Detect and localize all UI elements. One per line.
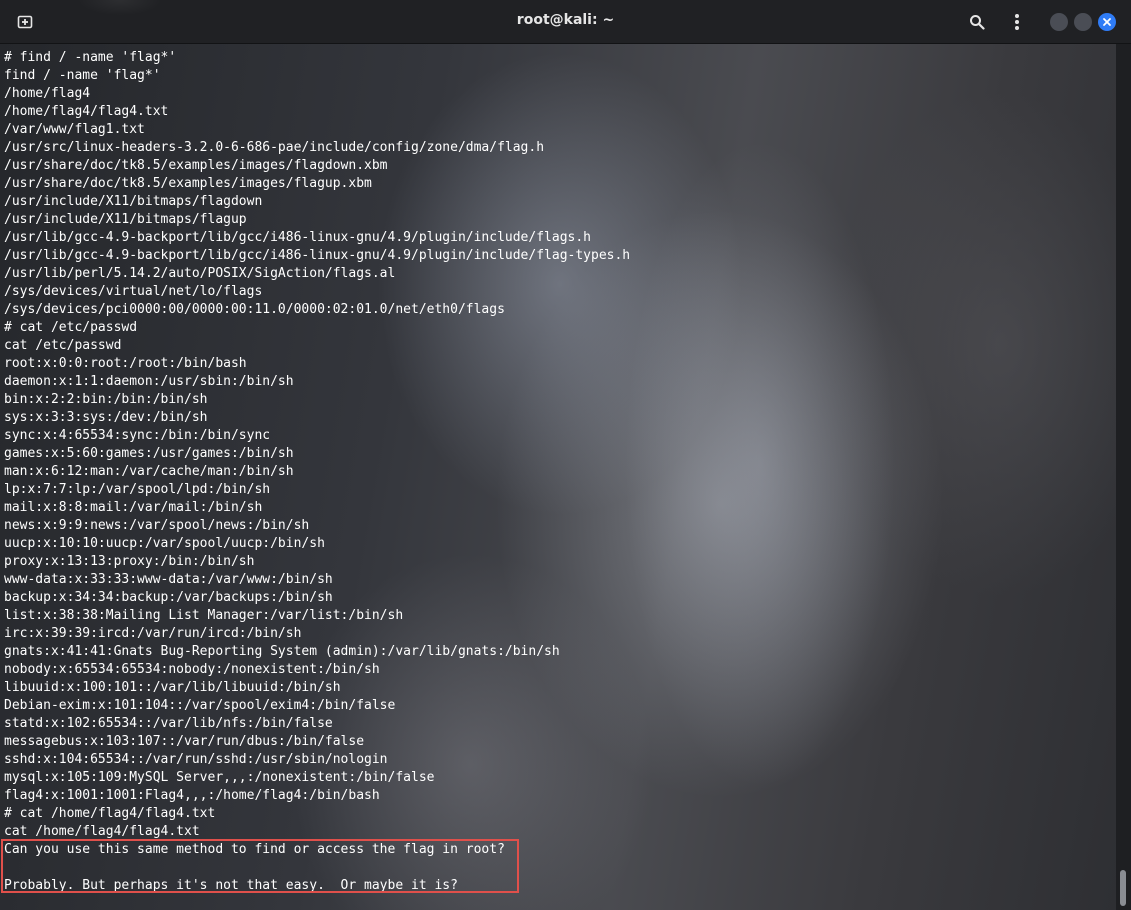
terminal-line: /home/flag4/flag4.txt xyxy=(4,104,169,119)
terminal-line: find / -name 'flag*' xyxy=(4,68,161,83)
terminal-line: /home/flag4 xyxy=(4,86,91,101)
scrollbar-thumb[interactable] xyxy=(1120,870,1126,906)
terminal-line: # cat /etc/passwd xyxy=(4,320,138,335)
terminal-line: uucp:x:10:10:uucp:/var/spool/uucp:/bin/s… xyxy=(4,536,325,551)
terminal-line: # cat /home/flag4/flag4.txt xyxy=(4,806,216,821)
close-icon xyxy=(1103,18,1111,26)
terminal-line: /usr/src/linux-headers-3.2.0-6-686-pae/i… xyxy=(4,140,545,155)
terminal-line: /usr/lib/gcc-4.9-backport/lib/gcc/i486-l… xyxy=(4,230,591,245)
terminal-line: flag4:x:1001:1001:Flag4,,,:/home/flag4:/… xyxy=(4,788,380,803)
terminal-line: cat /etc/passwd xyxy=(4,338,122,353)
minimize-button[interactable] xyxy=(1050,13,1068,31)
terminal-line: # find / -name 'flag*' xyxy=(4,50,177,65)
terminal-line: nobody:x:65534:65534:nobody:/nonexistent… xyxy=(4,662,380,677)
terminal-line: /sys/devices/pci0000:00/0000:00:11.0/000… xyxy=(4,302,505,317)
search-icon xyxy=(970,15,985,30)
terminal-line: Can you use this same method to find or … xyxy=(4,842,505,857)
terminal-line: /usr/share/doc/tk8.5/examples/images/fla… xyxy=(4,158,388,173)
terminal-line: proxy:x:13:13:proxy:/bin:/bin/sh xyxy=(4,554,255,569)
terminal-line: backup:x:34:34:backup:/var/backups:/bin/… xyxy=(4,590,333,605)
terminal-line: /usr/include/X11/bitmaps/flagup xyxy=(4,212,247,227)
terminal-line: lp:x:7:7:lp:/var/spool/lpd:/bin/sh xyxy=(4,482,271,497)
terminal-line: sshd:x:104:65534::/var/run/sshd:/usr/sbi… xyxy=(4,752,388,767)
terminal-line: mysql:x:105:109:MySQL Server,,,:/nonexis… xyxy=(4,770,435,785)
terminal-line: /usr/share/doc/tk8.5/examples/images/fla… xyxy=(4,176,372,191)
terminal-line: sync:x:4:65534:sync:/bin:/bin/sync xyxy=(4,428,271,443)
maximize-button[interactable] xyxy=(1074,13,1092,31)
window-title: root@kali: ~ xyxy=(516,12,615,28)
terminal-line: bin:x:2:2:bin:/bin:/bin/sh xyxy=(4,392,208,407)
terminal-line: messagebus:x:103:107::/var/run/dbus:/bin… xyxy=(4,734,365,749)
terminal-line: mail:x:8:8:mail:/var/mail:/bin/sh xyxy=(4,500,263,515)
terminal-line: irc:x:39:39:ircd:/var/run/ircd:/bin/sh xyxy=(4,626,302,641)
terminal-line: /usr/lib/gcc-4.9-backport/lib/gcc/i486-l… xyxy=(4,248,631,263)
terminal-line: Debian-exim:x:101:104::/var/spool/exim4:… xyxy=(4,698,396,713)
terminal-line: /usr/lib/perl/5.14.2/auto/POSIX/SigActio… xyxy=(4,266,396,281)
wallpaper-background-image xyxy=(580,44,940,910)
terminal-line: gnats:x:41:41:Gnats Bug-Reporting System… xyxy=(4,644,560,659)
terminal-line: cat /home/flag4/flag4.txt xyxy=(4,824,200,839)
terminal-line: list:x:38:38:Mailing List Manager:/var/l… xyxy=(4,608,404,623)
terminal-line: www-data:x:33:33:www-data:/var/www:/bin/… xyxy=(4,572,333,587)
terminal-line: /var/www/flag1.txt xyxy=(4,122,145,137)
terminal-window: root@kali: ~ # find / -name 'flag*' find… xyxy=(0,0,1131,910)
close-button[interactable] xyxy=(1098,13,1116,31)
terminal-line: /usr/include/X11/bitmaps/flagdown xyxy=(4,194,263,209)
terminal-line: daemon:x:1:1:daemon:/usr/sbin:/bin/sh xyxy=(4,374,294,389)
title-bar: root@kali: ~ xyxy=(0,0,1131,44)
menu-button[interactable] xyxy=(1006,11,1028,33)
terminal-output-area[interactable]: # find / -name 'flag*' find / -name 'flag… xyxy=(0,44,1116,910)
terminal-line: Probably. But perhaps it's not that easy… xyxy=(4,878,458,893)
kebab-menu-icon xyxy=(1015,14,1019,30)
terminal-line: games:x:5:60:games:/usr/games:/bin/sh xyxy=(4,446,294,461)
terminal-line: root:x:0:0:root:/root:/bin/bash xyxy=(4,356,247,371)
terminal-line: /sys/devices/virtual/net/lo/flags xyxy=(4,284,263,299)
terminal-line: sys:x:3:3:sys:/dev:/bin/sh xyxy=(4,410,208,425)
search-button[interactable] xyxy=(966,11,988,33)
terminal-line: man:x:6:12:man:/var/cache/man:/bin/sh xyxy=(4,464,294,479)
terminal-line: news:x:9:9:news:/var/spool/news:/bin/sh xyxy=(4,518,310,533)
terminal-line: libuuid:x:100:101::/var/lib/libuuid:/bin… xyxy=(4,680,341,695)
terminal-text[interactable]: # find / -name 'flag*' find / -name 'flag… xyxy=(4,49,630,910)
terminal-line: statd:x:102:65534::/var/lib/nfs:/bin/fal… xyxy=(4,716,333,731)
vertical-scrollbar[interactable] xyxy=(1116,44,1131,910)
